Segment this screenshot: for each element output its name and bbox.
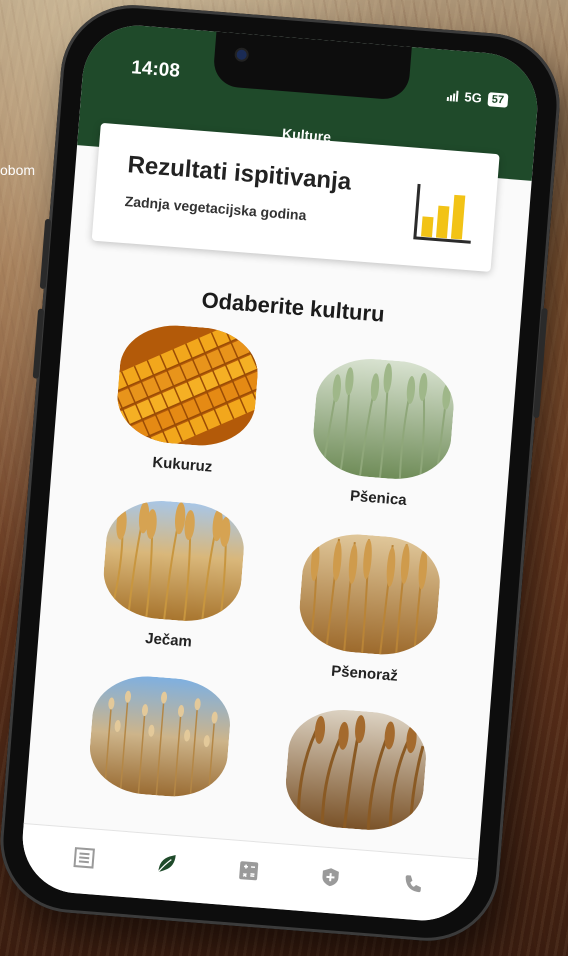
phone-icon[interactable] xyxy=(396,866,430,900)
crop-triticale[interactable]: Pšenoraž xyxy=(294,530,445,688)
calculator-icon[interactable] xyxy=(231,853,265,887)
status-indicators: 5G 57 xyxy=(447,88,509,108)
crop-label: Pšenoraž xyxy=(330,662,399,685)
camera-icon xyxy=(236,49,248,61)
bar-chart-icon xyxy=(413,183,471,244)
results-card-subtitle: Zadnja vegetacijska godina xyxy=(124,193,307,224)
barley-image xyxy=(100,496,248,626)
crop-label: Kukuruz xyxy=(151,453,213,476)
wheat-image xyxy=(310,354,457,484)
crop-corn[interactable]: Kukuruz xyxy=(112,321,263,479)
crop-wheat[interactable]: Pšenica xyxy=(308,354,459,513)
oats-image xyxy=(86,672,234,801)
crop-barley[interactable]: Ječam xyxy=(98,496,249,655)
crop-label: Pšenica xyxy=(349,487,408,509)
app-screen: 14:08 5G 57 Kulture Rezultati ispitivanj… xyxy=(18,21,542,925)
rye-image xyxy=(282,705,430,835)
crop-label xyxy=(86,802,226,813)
phone-mockup: 14:08 5G 57 Kulture Rezultati ispitivanj… xyxy=(0,0,565,947)
status-time: 14:08 xyxy=(130,57,181,82)
signal-icon xyxy=(447,90,459,102)
network-label: 5G xyxy=(463,89,483,106)
background-text: obom xyxy=(0,162,36,178)
battery-icon: 57 xyxy=(487,91,509,108)
triticale-image xyxy=(296,530,444,659)
corn-image xyxy=(114,321,261,450)
leaf-icon[interactable] xyxy=(149,847,183,881)
crop-oats[interactable] xyxy=(86,672,236,813)
crop-label: Ječam xyxy=(144,629,193,651)
list-icon[interactable] xyxy=(67,840,101,874)
shield-plus-icon[interactable] xyxy=(314,860,348,894)
results-card-title: Rezultati ispitivanja xyxy=(126,151,353,196)
crop-rye[interactable] xyxy=(282,705,432,847)
